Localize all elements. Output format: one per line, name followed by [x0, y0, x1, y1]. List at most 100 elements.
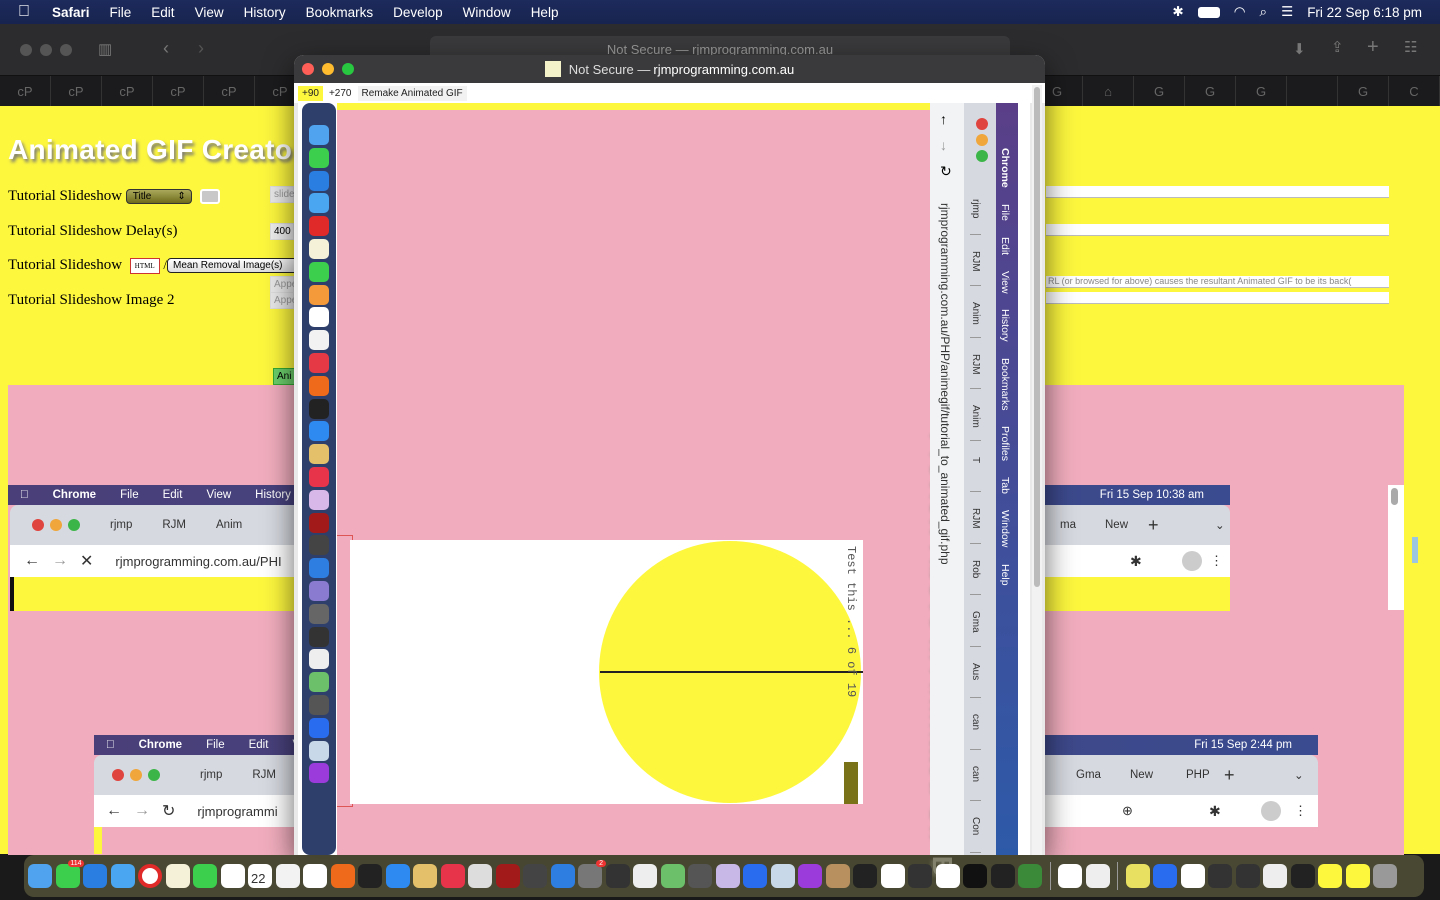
animate-button[interactable]: Ani	[273, 368, 295, 385]
scrollbar[interactable]	[1032, 85, 1042, 855]
tab-empty[interactable]	[1287, 76, 1338, 106]
html-button[interactable]: HTML	[129, 257, 160, 274]
tab-google[interactable]: G	[1185, 76, 1236, 106]
right-input-2[interactable]	[1046, 224, 1389, 236]
dock-folder-1-icon[interactable]	[1125, 864, 1150, 888]
apple-menu-icon[interactable]: 	[0, 3, 42, 21]
dock-console-icon[interactable]	[990, 864, 1015, 888]
control-center-icon[interactable]: ☰	[1281, 4, 1293, 20]
dock-intellij-icon[interactable]	[853, 864, 877, 888]
close-button[interactable]	[302, 63, 314, 75]
dock-reminders-icon[interactable]	[275, 864, 300, 888]
scroll-indicator[interactable]	[1412, 537, 1418, 563]
dock-doc-6-icon[interactable]	[1318, 864, 1342, 888]
menu-help[interactable]: Help	[521, 5, 569, 20]
tab[interactable]: cP	[0, 76, 51, 106]
dock-calendar-icon[interactable]: 22	[248, 864, 272, 888]
tab[interactable]: cP	[102, 76, 153, 106]
dock-textedit-icon[interactable]	[633, 864, 657, 888]
scrollbar[interactable]	[1388, 485, 1404, 610]
tab-google[interactable]: G	[1134, 76, 1185, 106]
append-input-2[interactable]: Appe	[270, 292, 297, 309]
dock-inkscape-icon[interactable]	[935, 864, 960, 888]
minimize-button[interactable]	[322, 63, 334, 75]
tab[interactable]: cP	[204, 76, 255, 106]
dock-doc-2-icon[interactable]	[1208, 864, 1232, 888]
tab-google[interactable]: G	[1236, 76, 1287, 106]
dock-news-icon[interactable]	[303, 864, 327, 888]
rotate-270-button[interactable]: +270	[325, 86, 356, 101]
dock-zoom-icon[interactable]	[743, 864, 767, 888]
new-tab-icon[interactable]: +	[1367, 36, 1379, 59]
dock-quicktime-icon[interactable]	[908, 864, 932, 888]
append-input-1[interactable]: Appe	[270, 276, 297, 293]
remake-gif-button[interactable]: Remake Animated GIF	[357, 85, 467, 101]
dock-maps-icon[interactable]	[660, 864, 685, 888]
slide-input[interactable]: slide	[270, 186, 295, 203]
dock-gimp-icon[interactable]	[688, 864, 712, 888]
menu-app-name[interactable]: Safari	[42, 5, 100, 20]
dock-calculator-icon[interactable]	[523, 864, 547, 888]
menu-edit[interactable]: Edit	[141, 5, 184, 20]
dock-firefox-icon[interactable]	[330, 864, 355, 888]
menu-history[interactable]: History	[234, 5, 296, 20]
dock-doc-7-icon[interactable]	[1345, 864, 1370, 888]
menu-window[interactable]: Window	[453, 5, 521, 20]
back-icon[interactable]: ‹	[163, 38, 169, 59]
title-select[interactable]: Title ⇕	[125, 189, 192, 205]
bluetooth-icon[interactable]: ✱	[1172, 4, 1183, 20]
dock-paint-icon[interactable]	[413, 864, 437, 888]
zoom-button[interactable]	[342, 63, 354, 75]
dock-bbedit-icon[interactable]	[715, 864, 740, 888]
tab-google[interactable]: G	[1338, 76, 1389, 106]
dock-podcasts-icon[interactable]	[798, 864, 822, 888]
dock-system-prefs-icon[interactable]: 2	[578, 860, 606, 888]
dock-finder-icon[interactable]	[28, 864, 52, 888]
menu-view[interactable]: View	[185, 5, 234, 20]
rotate-90-button[interactable]: +90	[298, 85, 323, 101]
dock-doc-4-icon[interactable]	[1263, 864, 1287, 888]
dock-messages-icon[interactable]: 114	[55, 860, 84, 888]
menu-file[interactable]: File	[100, 5, 142, 20]
dock-filezilla-icon[interactable]	[495, 864, 520, 888]
dock-doc-5-icon[interactable]	[1290, 864, 1315, 888]
dock-notes-icon[interactable]	[165, 864, 190, 888]
wifi-icon[interactable]: ◠	[1234, 4, 1246, 20]
dock-music-icon[interactable]	[440, 864, 465, 888]
clock[interactable]: Fri 22 Sep 6:18 pm	[1307, 5, 1422, 20]
zoom-button[interactable]	[60, 44, 72, 56]
dock-cmake-icon[interactable]	[1018, 864, 1042, 888]
download-icon[interactable]: ⬇	[1293, 40, 1306, 58]
dock-photos-icon[interactable]	[220, 864, 245, 888]
battery-icon[interactable]	[1197, 6, 1220, 18]
dock-textedit-2-icon[interactable]	[1085, 864, 1110, 888]
dock-chrome-icon[interactable]	[880, 864, 905, 888]
dock-doc-3-icon[interactable]	[1235, 864, 1260, 888]
minimize-button[interactable]	[40, 44, 52, 56]
tab-c[interactable]: C	[1389, 76, 1440, 106]
right-input-1[interactable]	[1046, 186, 1389, 198]
share-icon[interactable]: ⇪	[1331, 38, 1344, 56]
dock-trash-icon[interactable]	[1373, 864, 1397, 888]
dock-globe-icon[interactable]	[1153, 864, 1177, 888]
background-url-input[interactable]: RL (or browsed for above) causes the res…	[1046, 276, 1389, 288]
dock-chrome-2-icon[interactable]	[1058, 864, 1082, 888]
mean-removal-select[interactable]: Mean Removal Image(s)	[167, 258, 308, 274]
menu-develop[interactable]: Develop	[383, 5, 453, 20]
close-button[interactable]	[20, 44, 32, 56]
dock-mail-icon[interactable]	[110, 864, 135, 888]
tab-home[interactable]: ⌂	[1083, 76, 1134, 106]
right-input-4[interactable]	[1046, 292, 1389, 304]
dock-terminal-icon[interactable]	[963, 864, 987, 888]
dock-mysql-workbench-icon[interactable]	[605, 864, 630, 888]
forward-icon[interactable]: ›	[198, 38, 204, 59]
spotlight-icon[interactable]: ⌕	[1260, 4, 1268, 20]
dock-xcode-icon[interactable]	[550, 864, 575, 888]
dock-opera-icon[interactable]	[138, 864, 162, 888]
sidebar-icon[interactable]: ▥	[98, 40, 112, 58]
dock-doc-1-icon[interactable]	[1180, 864, 1205, 888]
dock-apple-tv-icon[interactable]	[358, 864, 382, 888]
tab[interactable]: cP	[51, 76, 102, 106]
delay-input[interactable]: 400	[270, 223, 294, 240]
tab-overview-icon[interactable]: ☷	[1404, 38, 1417, 56]
